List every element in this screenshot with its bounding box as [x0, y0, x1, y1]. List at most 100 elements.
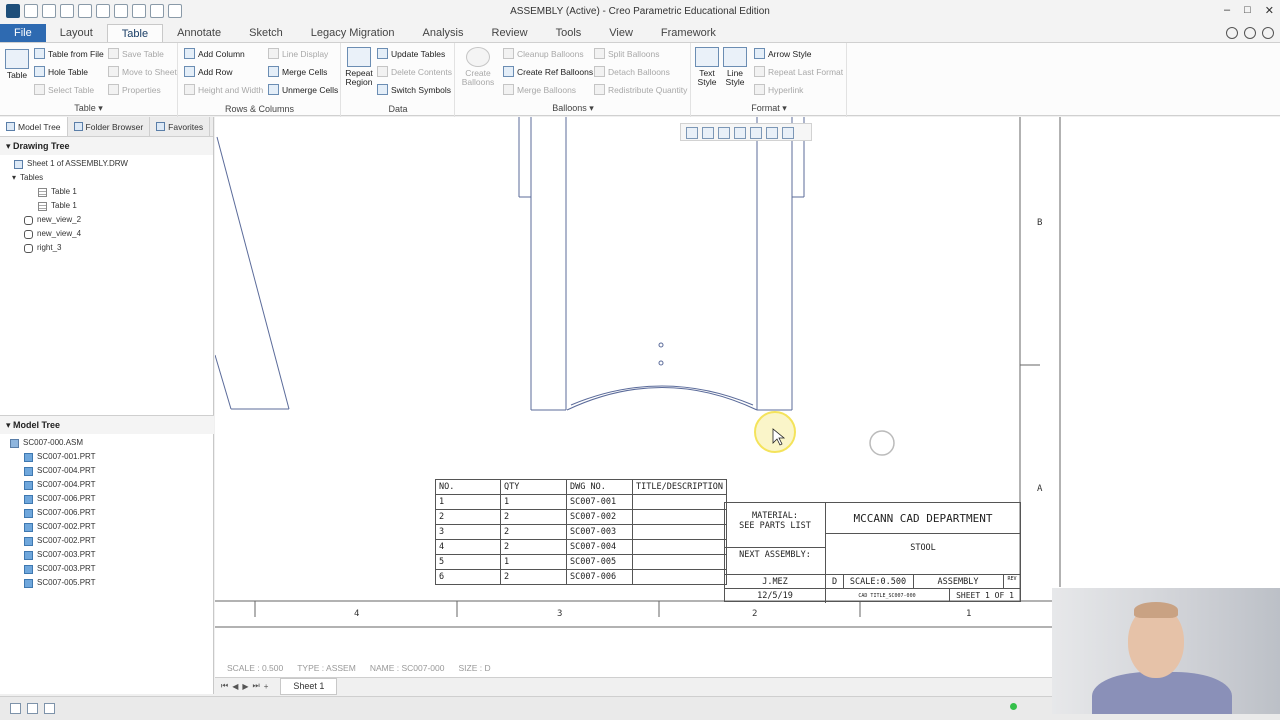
table-cell[interactable]: 1: [435, 494, 501, 510]
model-tree-header[interactable]: ▾ Model Tree: [0, 416, 214, 434]
settings-icon[interactable]: [1262, 27, 1274, 39]
table-cell[interactable]: SC007-002: [566, 509, 633, 525]
text-style-button[interactable]: Text Style: [694, 47, 720, 87]
sheet-tab[interactable]: Sheet 1: [280, 677, 338, 695]
tab-model-tree[interactable]: Model Tree: [0, 117, 68, 136]
split-balloons-button[interactable]: Split Balloons: [594, 48, 660, 59]
table-cell[interactable]: 2: [500, 524, 567, 540]
delete-contents-button[interactable]: Delete Contents: [377, 66, 452, 77]
table-cell[interactable]: SC007-003: [566, 524, 633, 540]
line-display-button[interactable]: Line Display: [268, 48, 328, 59]
tab-legacy-migration[interactable]: Legacy Migration: [297, 24, 409, 42]
merge-cells-button[interactable]: Merge Cells: [268, 66, 327, 77]
table-button[interactable]: Table: [4, 49, 30, 80]
browser-toggle-icon[interactable]: [27, 703, 38, 714]
tree-item-table[interactable]: Table 1: [0, 185, 213, 199]
redistribute-quantity-button[interactable]: Redistribute Quantity: [594, 84, 687, 95]
table-cell[interactable]: 1: [500, 554, 567, 570]
full-screen-icon[interactable]: [44, 703, 55, 714]
save-table-button[interactable]: Save Table: [108, 48, 164, 59]
tree-item-part[interactable]: SC007-004.PRT: [0, 478, 214, 492]
create-ref-balloons-button[interactable]: Create Ref Balloons: [503, 66, 593, 77]
table-from-file-button[interactable]: Table from File: [34, 48, 104, 59]
merge-balloons-button[interactable]: Merge Balloons: [503, 84, 576, 95]
next-sheet-icon[interactable]: ▶: [242, 682, 248, 691]
tab-annotate[interactable]: Annotate: [163, 24, 235, 42]
close-button[interactable]: ✕: [1265, 4, 1274, 17]
repeat-last-format-button[interactable]: Repeat Last Format: [754, 66, 843, 77]
tab-tools[interactable]: Tools: [542, 24, 596, 42]
add-row-button[interactable]: Add Row: [184, 66, 233, 77]
table-cell[interactable]: 2: [435, 509, 501, 525]
zoom-out-icon[interactable]: [718, 127, 730, 139]
group-label-format[interactable]: Format ▾: [692, 103, 846, 114]
table-cell[interactable]: 6: [435, 569, 501, 585]
tree-item-view[interactable]: new_view_4: [0, 227, 213, 241]
tree-item-part[interactable]: SC007-003.PRT: [0, 548, 214, 562]
height-and-width-button[interactable]: Height and Width: [184, 84, 263, 95]
tab-folder-browser[interactable]: Folder Browser: [68, 117, 151, 136]
first-sheet-icon[interactable]: ⏮: [221, 681, 228, 691]
tree-item-part[interactable]: SC007-005.PRT: [0, 576, 214, 590]
header-cell[interactable]: NO.: [435, 479, 501, 495]
group-label-table[interactable]: Table ▾: [0, 103, 177, 114]
repaint-icon[interactable]: [734, 127, 746, 139]
tab-framework[interactable]: Framework: [647, 24, 730, 42]
table-cell[interactable]: [632, 509, 727, 525]
bom-table[interactable]: NO. QTY DWG NO. TITLE/DESCRIPTION 1 1 SC…: [435, 479, 727, 585]
minimize-button[interactable]: –: [1224, 4, 1230, 17]
line-style-button[interactable]: Line Style: [722, 47, 748, 87]
datum-display-icon[interactable]: [782, 127, 794, 139]
table-cell[interactable]: [632, 494, 727, 510]
display-style-icon[interactable]: [766, 127, 778, 139]
tree-item-view[interactable]: new_view_2: [0, 213, 213, 227]
tree-item-part[interactable]: SC007-004.PRT: [0, 464, 214, 478]
properties-button[interactable]: Properties: [108, 84, 161, 95]
collapse-icon[interactable]: ▾: [12, 171, 16, 185]
tree-item-part[interactable]: SC007-006.PRT: [0, 492, 214, 506]
drawing-tree-header[interactable]: ▾ Drawing Tree: [0, 137, 213, 155]
title-block[interactable]: MATERIAL: SEE PARTS LIST MCCANN CAD DEPA…: [724, 502, 1021, 603]
table-cell[interactable]: [632, 539, 727, 555]
select-table-button[interactable]: Select Table: [34, 84, 94, 95]
detach-balloons-button[interactable]: Detach Balloons: [594, 66, 670, 77]
tab-review[interactable]: Review: [478, 24, 542, 42]
tab-favorites[interactable]: Favorites: [150, 117, 211, 136]
table-cell[interactable]: [632, 569, 727, 585]
tree-item-part[interactable]: SC007-002.PRT: [0, 520, 214, 534]
tree-item-table[interactable]: Table 1: [0, 199, 213, 213]
table-cell[interactable]: 4: [435, 539, 501, 555]
table-cell[interactable]: 3: [435, 524, 501, 540]
unmerge-cells-button[interactable]: Unmerge Cells: [268, 84, 338, 95]
table-cell[interactable]: 1: [500, 494, 567, 510]
maximize-button[interactable]: □: [1244, 4, 1251, 17]
move-to-sheet-button[interactable]: Move to Sheet: [108, 66, 177, 77]
tree-item-assembly[interactable]: SC007-000.ASM: [0, 436, 214, 450]
sheets-icon[interactable]: [750, 127, 762, 139]
table-cell[interactable]: [632, 524, 727, 540]
arrow-style-button[interactable]: Arrow Style: [754, 48, 811, 59]
tab-analysis[interactable]: Analysis: [409, 24, 478, 42]
table-cell[interactable]: 2: [500, 569, 567, 585]
add-sheet-icon[interactable]: +: [264, 682, 269, 691]
tree-item-view[interactable]: right_3: [0, 241, 213, 255]
tree-item-part[interactable]: SC007-001.PRT: [0, 450, 214, 464]
add-column-button[interactable]: Add Column: [184, 48, 245, 59]
table-cell[interactable]: [632, 554, 727, 570]
table-cell[interactable]: SC007-006: [566, 569, 633, 585]
cleanup-balloons-button[interactable]: Cleanup Balloons: [503, 48, 584, 59]
update-tables-button[interactable]: Update Tables: [377, 48, 445, 59]
zoom-in-icon[interactable]: [702, 127, 714, 139]
tab-file[interactable]: File: [0, 24, 46, 42]
header-cell[interactable]: TITLE/DESCRIPTION: [632, 479, 727, 495]
group-label-balloons[interactable]: Balloons ▾: [456, 103, 690, 114]
hyperlink-button[interactable]: Hyperlink: [754, 84, 803, 95]
tab-view[interactable]: View: [595, 24, 647, 42]
switch-symbols-button[interactable]: Switch Symbols: [377, 84, 451, 95]
table-cell[interactable]: SC007-004: [566, 539, 633, 555]
table-cell[interactable]: 2: [500, 509, 567, 525]
help-icon[interactable]: [1244, 27, 1256, 39]
tab-sketch[interactable]: Sketch: [235, 24, 297, 42]
previous-sheet-icon[interactable]: ◀: [232, 682, 238, 691]
header-cell[interactable]: QTY: [500, 479, 567, 495]
